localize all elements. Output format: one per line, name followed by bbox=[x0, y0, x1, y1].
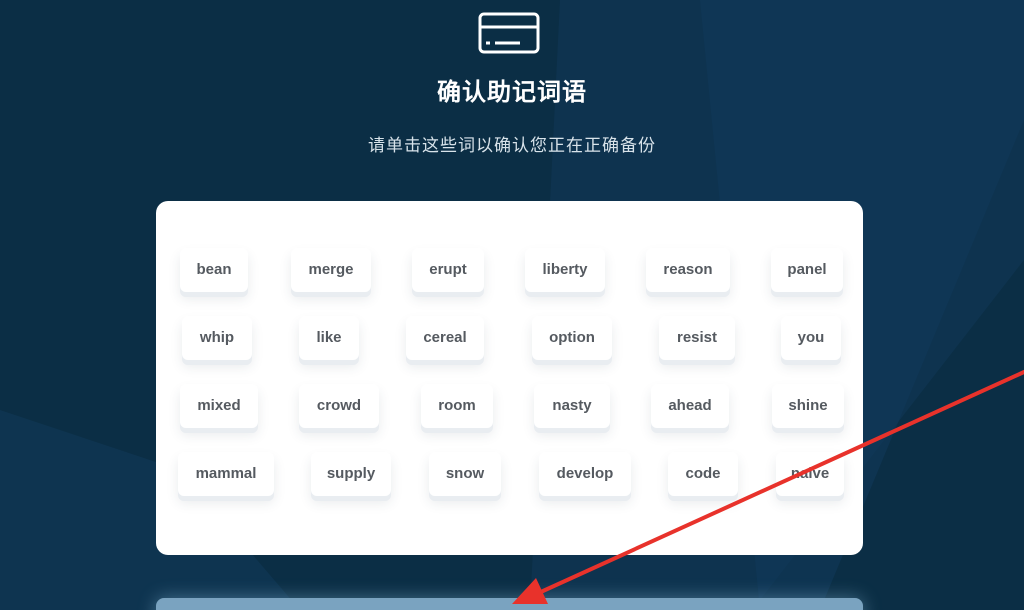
word-button[interactable]: shine bbox=[772, 384, 844, 428]
word-button[interactable]: code bbox=[668, 452, 738, 496]
word-button[interactable]: ahead bbox=[651, 384, 729, 428]
word-button[interactable]: develop bbox=[539, 452, 631, 496]
word-button[interactable]: room bbox=[421, 384, 493, 428]
word-button[interactable]: whip bbox=[182, 316, 252, 360]
word-button[interactable]: crowd bbox=[299, 384, 379, 428]
word-button[interactable]: reason bbox=[646, 248, 730, 292]
word-button[interactable]: mixed bbox=[180, 384, 258, 428]
word-button[interactable]: like bbox=[299, 316, 359, 360]
word-button[interactable]: resist bbox=[659, 316, 735, 360]
word-button[interactable]: option bbox=[532, 316, 612, 360]
confirm-button[interactable] bbox=[156, 598, 863, 610]
word-button[interactable]: supply bbox=[311, 452, 391, 496]
word-button[interactable]: mammal bbox=[178, 452, 274, 496]
word-button[interactable]: cereal bbox=[406, 316, 484, 360]
word-button[interactable]: snow bbox=[429, 452, 501, 496]
card-icon bbox=[478, 12, 540, 54]
word-button[interactable]: merge bbox=[291, 248, 371, 292]
word-button[interactable]: nasty bbox=[534, 384, 610, 428]
word-button[interactable]: bean bbox=[180, 248, 248, 292]
word-button[interactable]: liberty bbox=[525, 248, 605, 292]
word-button[interactable]: erupt bbox=[412, 248, 484, 292]
mnemonic-word-card: bean merge erupt liberty reason panel wh… bbox=[156, 201, 863, 555]
page-subtitle: 请单击这些词以确认您正在正确备份 bbox=[368, 136, 656, 156]
word-button[interactable]: panel bbox=[771, 248, 843, 292]
word-button[interactable]: you bbox=[781, 316, 841, 360]
word-button[interactable]: naive bbox=[776, 452, 844, 496]
page-title: 确认助记词语 bbox=[437, 78, 587, 106]
